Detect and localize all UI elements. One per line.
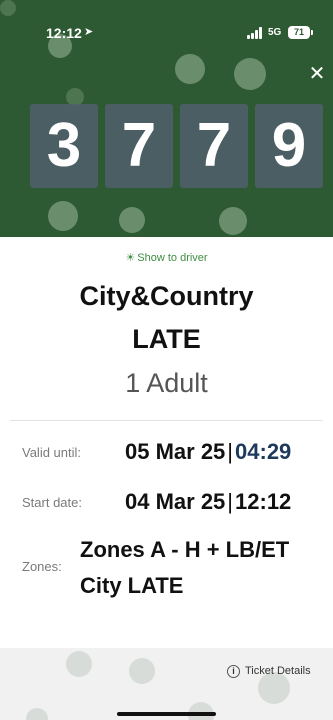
network-type: 5G [268, 27, 282, 38]
decorative-dot [129, 658, 155, 684]
code-digit: 9 [255, 104, 323, 188]
start-date-date: 04 Mar 25 [125, 489, 226, 514]
valid-until-time: 04:29 [235, 439, 292, 464]
lightbulb-icon: ☀ [125, 252, 136, 264]
ticket-footer [0, 648, 333, 720]
start-date-time: 12:12 [235, 489, 292, 514]
zones-line1: Zones A - H + LB/ET [80, 537, 290, 562]
passenger-count: 1 Adult [125, 368, 208, 398]
info-icon: i [227, 665, 240, 678]
status-bar: 12:12 ➤ 5G 71 [0, 0, 333, 44]
battery-icon: 71 [288, 26, 313, 39]
code-digit: 7 [105, 104, 173, 188]
valid-until-value: 05 Mar 25|04:29 [125, 439, 291, 465]
code-digit: 7 [180, 104, 248, 188]
decorative-dot [175, 54, 205, 84]
ticket-details-link[interactable]: i Ticket Details [227, 665, 311, 678]
decorative-dot [234, 58, 266, 90]
code-digit: 3 [30, 104, 98, 188]
separator: | [227, 489, 234, 514]
start-date-label: Start date: [22, 495, 82, 510]
ticket-header: 12:12 ➤ 5G 71 ✕ 3 7 7 9 [0, 0, 333, 237]
decorative-dot [119, 207, 145, 233]
zones-label: Zones: [22, 559, 62, 574]
verification-code: 3 7 7 9 [30, 104, 324, 188]
signal-icon [247, 27, 265, 39]
valid-until-date: 05 Mar 25 [125, 439, 226, 464]
decorative-dot [48, 201, 78, 231]
show-to-driver: ☀ Show to driver [0, 251, 333, 264]
decorative-dot [26, 708, 48, 720]
close-icon[interactable]: ✕ [305, 62, 329, 86]
valid-until-label: Valid until: [22, 445, 82, 460]
location-arrow-icon: ➤ [84, 26, 94, 38]
separator: | [227, 439, 234, 464]
decorative-dot [66, 651, 92, 677]
divider [10, 420, 323, 421]
ticket-details-label: Ticket Details [245, 665, 311, 677]
ticket-title: City&Country [79, 281, 254, 311]
home-indicator[interactable] [117, 712, 216, 716]
zones-line2: City LATE [80, 573, 184, 598]
decorative-dot [188, 702, 214, 720]
decorative-dot [219, 207, 247, 235]
ticket-subtitle: LATE [132, 324, 201, 354]
show-to-driver-label: Show to driver [137, 252, 208, 264]
status-time: 12:12 [46, 25, 82, 41]
start-date-value: 04 Mar 25|12:12 [125, 489, 291, 515]
